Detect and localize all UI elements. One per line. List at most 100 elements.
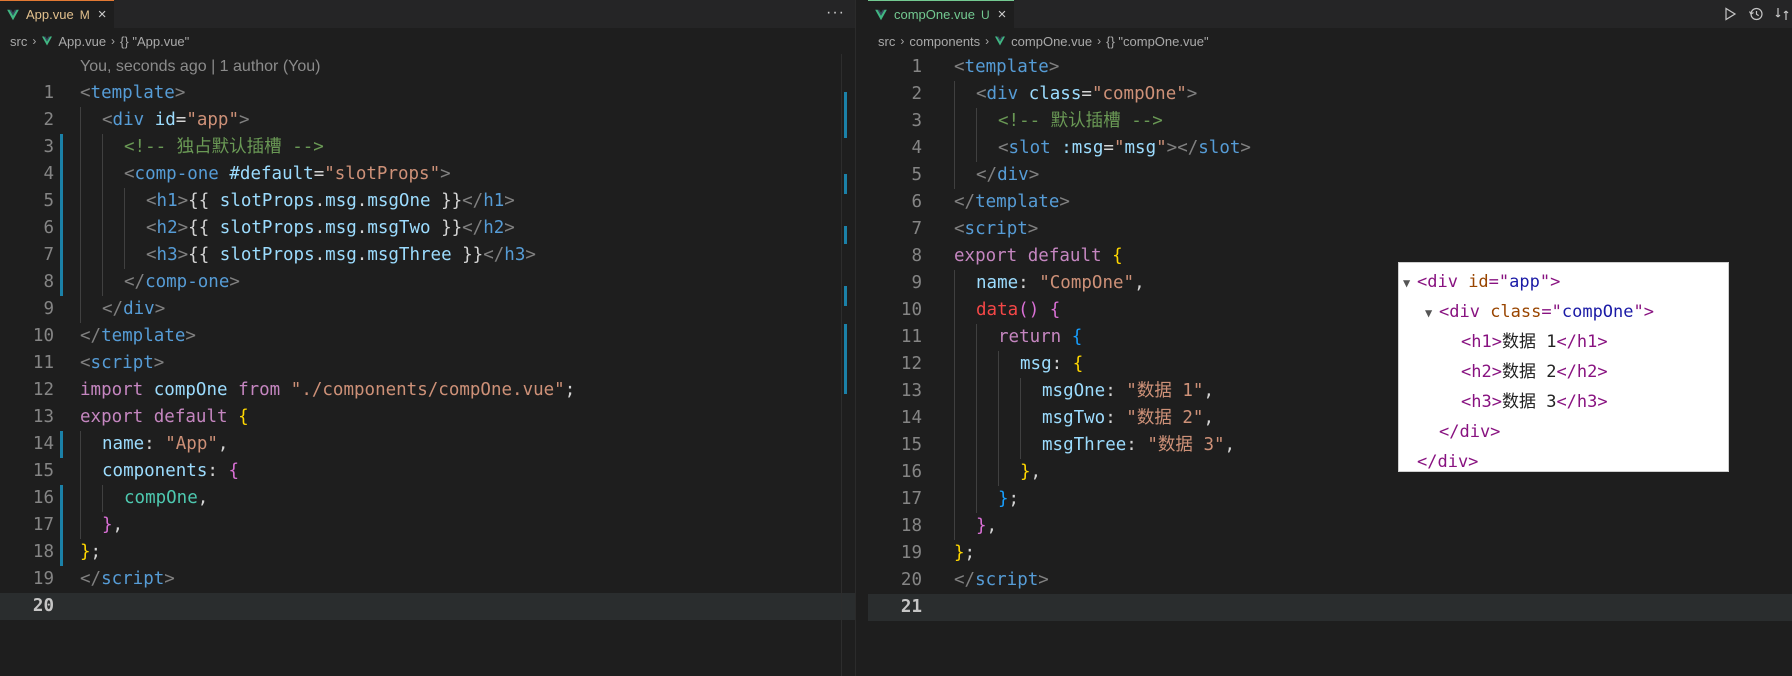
line-number[interactable]: 21 (868, 594, 922, 621)
line-number[interactable]: 1 (0, 80, 54, 107)
compare-icon[interactable] (1774, 6, 1790, 22)
close-icon[interactable]: × (98, 7, 107, 22)
line-number[interactable]: 4 (0, 161, 54, 188)
line-number[interactable]: 14 (0, 431, 54, 458)
git-change-marker[interactable] (60, 215, 63, 242)
git-change-marker[interactable] (60, 134, 63, 161)
line-number[interactable]: 11 (868, 324, 922, 351)
line-number[interactable]: 14 (868, 405, 922, 432)
code-line[interactable]: 10 </template> (0, 323, 855, 350)
dom-tree-node[interactable]: <h3>数据 3</h3> (1399, 387, 1728, 417)
line-number[interactable]: 16 (0, 485, 54, 512)
code-line[interactable]: 14 name: "App", (0, 431, 855, 458)
code-line[interactable]: 5 </div> (868, 162, 1792, 189)
breadcrumb-subfolder[interactable]: components (909, 34, 980, 49)
line-number[interactable]: 13 (868, 378, 922, 405)
more-actions-icon[interactable]: ··· (826, 4, 845, 22)
code-line[interactable]: 7 <h3>{{ slotProps.msg.msgThree }}</h3> (0, 242, 855, 269)
line-number[interactable]: 16 (868, 459, 922, 486)
git-change-marker[interactable] (60, 161, 63, 188)
code-line[interactable]: 16 compOne, (0, 485, 855, 512)
line-number[interactable]: 15 (868, 432, 922, 459)
git-change-marker[interactable] (60, 269, 63, 296)
git-blame-codelens[interactable]: You, seconds ago | 1 author (You) (0, 54, 855, 80)
dom-tree-node[interactable]: </div> (1399, 417, 1728, 447)
line-number[interactable]: 7 (0, 242, 54, 269)
code-line[interactable]: 4 <slot :msg="msg"></slot> (868, 135, 1792, 162)
code-line[interactable]: 20 </script> (868, 567, 1792, 594)
expand-triangle-icon[interactable]: ▼ (1403, 268, 1417, 298)
line-number[interactable]: 3 (0, 134, 54, 161)
code-line[interactable]: 19 </script> (0, 566, 855, 593)
code-line[interactable]: 13 export default { (0, 404, 855, 431)
git-change-marker[interactable] (60, 485, 63, 512)
code-line[interactable]: 3 <!-- 默认插槽 --> (868, 108, 1792, 135)
line-number[interactable]: 6 (868, 189, 922, 216)
code-line[interactable]: 5 <h1>{{ slotProps.msg.msgOne }}</h1> (0, 188, 855, 215)
code-line[interactable]: 17}; (868, 486, 1792, 513)
line-number[interactable]: 4 (868, 135, 922, 162)
line-number[interactable]: 10 (0, 323, 54, 350)
git-change-marker[interactable] (60, 242, 63, 269)
line-number[interactable]: 12 (0, 377, 54, 404)
code-line[interactable]: 9 </div> (0, 296, 855, 323)
line-number[interactable]: 1 (868, 54, 922, 81)
code-line[interactable]: 1 <template> (868, 54, 1792, 81)
breadcrumb-folder[interactable]: src (878, 34, 895, 49)
line-number[interactable]: 18 (868, 513, 922, 540)
dom-tree-node[interactable]: <h2>数据 2</h2> (1399, 357, 1728, 387)
git-change-marker[interactable] (60, 539, 63, 566)
line-number[interactable]: 17 (868, 486, 922, 513)
dom-tree-node[interactable]: <h1>数据 1</h1> (1399, 327, 1728, 357)
line-number[interactable]: 9 (0, 296, 54, 323)
line-number[interactable]: 2 (868, 81, 922, 108)
code-line[interactable]: 20 (0, 593, 855, 620)
code-line[interactable]: 8 </comp-one> (0, 269, 855, 296)
git-change-marker[interactable] (60, 431, 63, 458)
line-number[interactable]: 8 (0, 269, 54, 296)
line-number[interactable]: 15 (0, 458, 54, 485)
line-number[interactable]: 3 (868, 108, 922, 135)
line-number[interactable]: 8 (868, 243, 922, 270)
line-number[interactable]: 5 (868, 162, 922, 189)
line-number[interactable]: 5 (0, 188, 54, 215)
line-number[interactable]: 10 (868, 297, 922, 324)
code-line[interactable]: 6 <h2>{{ slotProps.msg.msgTwo }}</h2> (0, 215, 855, 242)
dom-tree-node[interactable]: ▼ <div id="app"> (1399, 267, 1728, 297)
dom-tree-node[interactable]: ▼ <div class="compOne"> (1399, 297, 1728, 327)
code-line[interactable]: 11 <script> (0, 350, 855, 377)
code-line[interactable]: 7 <script> (868, 216, 1792, 243)
code-line[interactable]: 2 <div class="compOne"> (868, 81, 1792, 108)
line-number[interactable]: 20 (868, 567, 922, 594)
code-line[interactable]: 6 </template> (868, 189, 1792, 216)
line-number[interactable]: 13 (0, 404, 54, 431)
code-line[interactable]: 4 <comp-one #default="slotProps"> (0, 161, 855, 188)
line-number[interactable]: 9 (868, 270, 922, 297)
code-line[interactable]: 21 (868, 594, 1792, 621)
line-number[interactable]: 2 (0, 107, 54, 134)
line-number[interactable]: 7 (868, 216, 922, 243)
dom-tree-node[interactable]: </div> (1399, 447, 1728, 477)
play-icon[interactable] (1722, 6, 1738, 22)
breadcrumb-file[interactable]: compOne.vue (1011, 34, 1092, 49)
scrollbar[interactable] (841, 54, 855, 676)
line-number[interactable]: 12 (868, 351, 922, 378)
breadcrumb-symbol[interactable]: {} "App.vue" (120, 34, 189, 49)
close-icon[interactable]: × (998, 7, 1007, 22)
tab-app-vue[interactable]: App.vue M × (0, 0, 115, 28)
expand-triangle-icon[interactable]: ▼ (1425, 298, 1439, 328)
code-line[interactable]: 15 components: { (0, 458, 855, 485)
code-line[interactable]: 18}, (868, 513, 1792, 540)
git-change-marker[interactable] (60, 512, 63, 539)
line-number[interactable]: 17 (0, 512, 54, 539)
git-change-marker[interactable] (60, 188, 63, 215)
code-line[interactable]: 17}, (0, 512, 855, 539)
tab-compone-vue[interactable]: compOne.vue U × (868, 0, 1015, 28)
line-number[interactable]: 19 (868, 540, 922, 567)
breadcrumb-folder[interactable]: src (10, 34, 27, 49)
split-divider[interactable] (855, 0, 868, 676)
line-number[interactable]: 6 (0, 215, 54, 242)
code-line[interactable]: 3 <!-- 独占默认插槽 --> (0, 134, 855, 161)
code-line[interactable]: 18}; (0, 539, 855, 566)
line-number[interactable]: 18 (0, 539, 54, 566)
